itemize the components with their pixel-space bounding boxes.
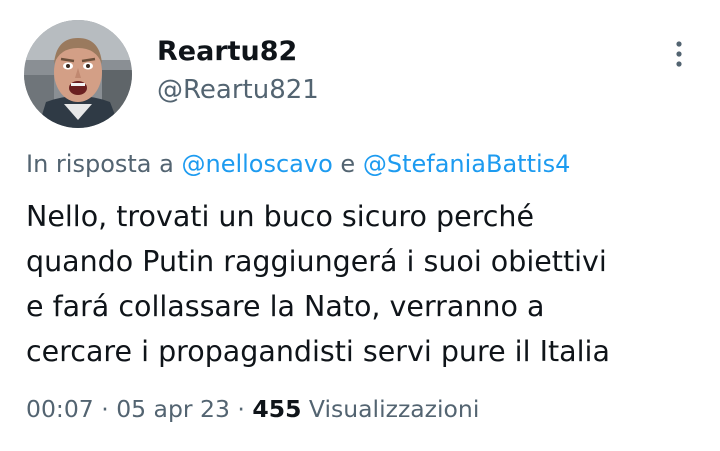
- avatar-photo: [24, 20, 132, 128]
- tweet-text-line: e fará collassare la Nato, verranno a: [26, 290, 545, 323]
- tweet-text: Nello, trovati un buco sicuro perché qua…: [26, 194, 706, 374]
- more-options-button[interactable]: [662, 34, 696, 74]
- avatar[interactable]: [24, 20, 132, 128]
- tweet-card: Reartu82 @Reartu821 In risposta a @nello…: [0, 0, 720, 451]
- tweet-meta: 00:07 · 05 apr 23 · 455 Visualizzazioni: [26, 395, 479, 423]
- tweet-text-line: cercare i propagandisti servi pure il It…: [26, 335, 610, 368]
- tweet-time[interactable]: 00:07: [26, 395, 94, 423]
- views-count[interactable]: 455: [252, 395, 301, 423]
- reply-prefix: In risposta a: [26, 150, 174, 178]
- mention-link[interactable]: @StefaniaBattis4: [363, 150, 571, 178]
- views-label[interactable]: Visualizzazioni: [309, 395, 479, 423]
- tweet-text-line: quando Putin raggiungerá i suoi obiettiv…: [26, 245, 607, 278]
- tweet-date[interactable]: 05 apr 23: [116, 395, 230, 423]
- meta-separator: ·: [237, 395, 245, 423]
- author-handle[interactable]: @Reartu821: [157, 75, 319, 105]
- reply-context: In risposta a @nelloscavo e @StefaniaBat…: [26, 150, 570, 178]
- reply-conjunction: e: [340, 150, 356, 178]
- mention-link[interactable]: @nelloscavo: [181, 150, 332, 178]
- author-display-name[interactable]: Reartu82: [157, 36, 297, 67]
- more-vertical-icon: [676, 41, 682, 67]
- meta-separator: ·: [101, 395, 109, 423]
- tweet-text-line: Nello, trovati un buco sicuro perché: [26, 200, 535, 233]
